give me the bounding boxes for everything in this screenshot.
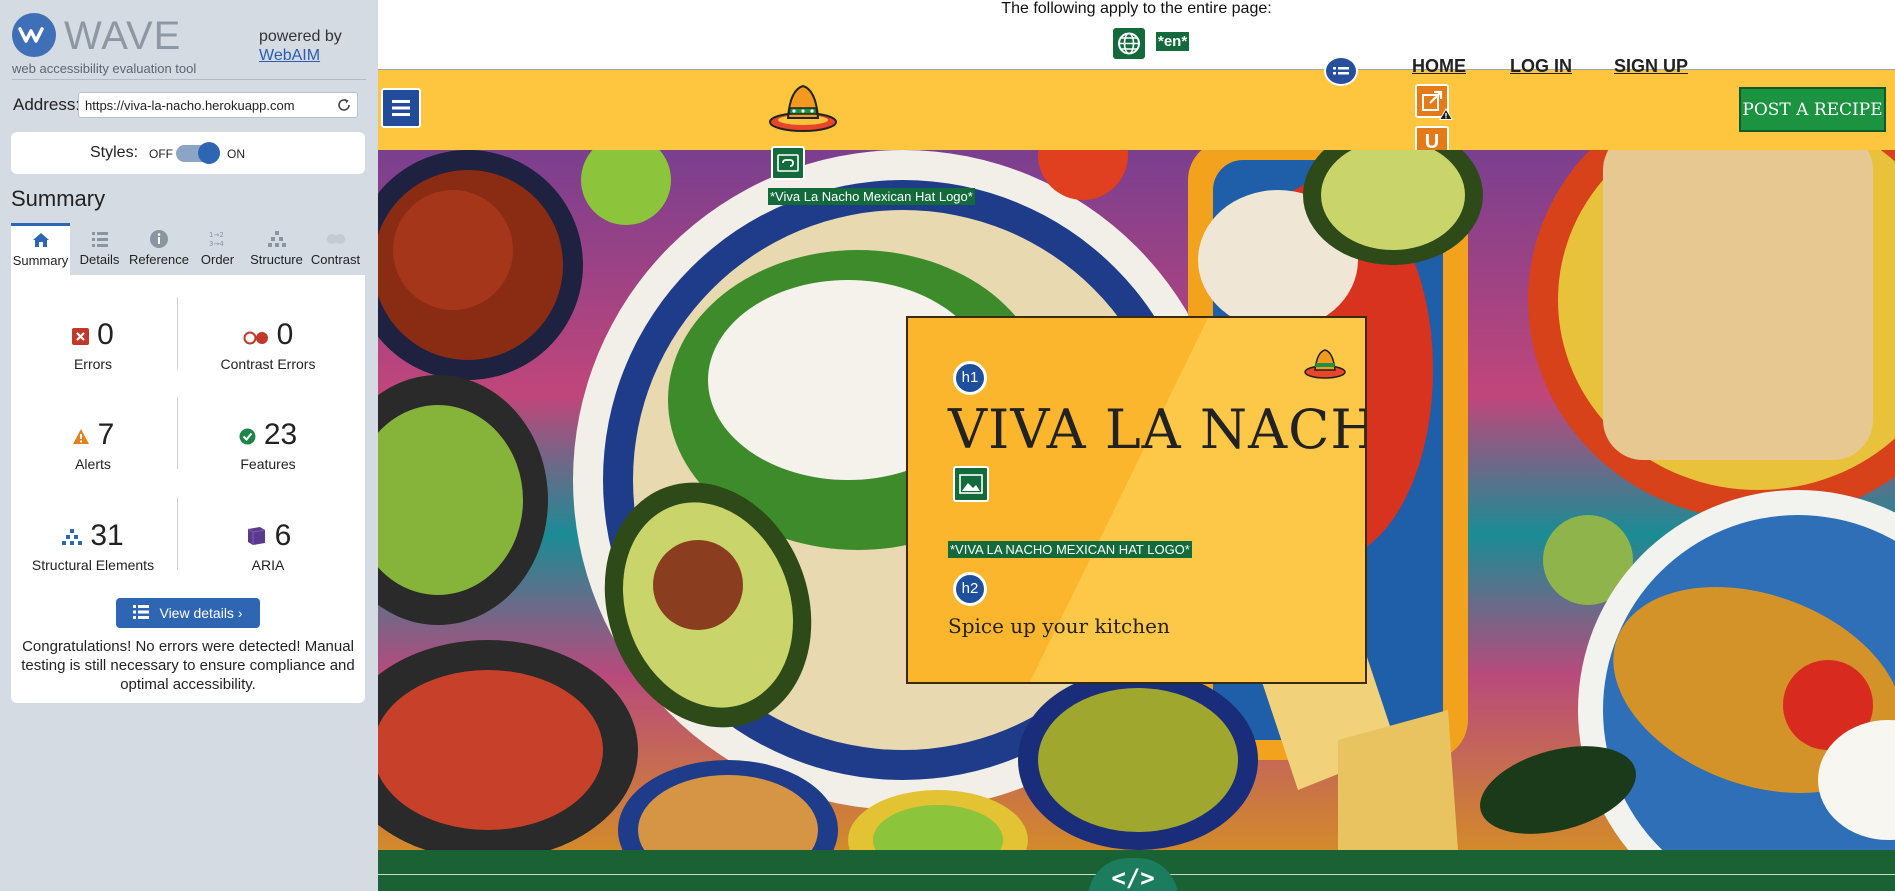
contrast-errors-count: 0 [276,318,294,351]
summary-heading: Summary [11,186,106,211]
tab-reference[interactable]: Reference [129,223,189,275]
sombrero-icon [1304,349,1346,379]
errors-stat[interactable]: 0 Errors [13,317,173,397]
feature-check-icon [239,418,256,454]
tab-label: Structure [250,252,303,267]
language-globe-icon[interactable] [1113,28,1145,59]
tab-label: Contrast [310,252,361,267]
card-subtitle: Spice up your kitchen [948,614,1170,638]
nav-link-login[interactable]: LOG IN [1510,56,1572,77]
congratulations-message: Congratulations! No errors were detected… [21,638,355,693]
contrast-error-icon [243,318,269,354]
tab-contrast[interactable]: Contrast [306,223,365,275]
structural-label: Structural Elements [31,557,155,574]
powered-by-text: powered by [259,28,342,45]
css-list-icon[interactable] [381,88,421,128]
styles-off-label: OFF [149,147,173,161]
evaluated-page: The following apply to the entire page: … [378,0,1895,891]
address-input[interactable] [78,92,358,118]
site-navbar: HOME LOG IN SIGN UP U POST A RECIPE [378,56,1895,162]
divider [177,297,178,369]
reload-icon[interactable] [336,97,352,113]
alt-text-label-logo: *Viva La Nacho Mexican Hat Logo* [768,188,975,205]
home-icon [32,233,49,247]
banner-text: The following apply to the entire page: [1001,0,1272,17]
wave-brand-name: WAVE [64,14,182,58]
tab-label: Summary [12,253,69,268]
webaim-link[interactable]: WebAIM [259,46,342,65]
structural-count: 31 [90,519,124,552]
view-details-button[interactable]: View details › [116,598,260,628]
tab-label: Order [200,252,235,267]
wave-sidebar: WAVE web accessibility evaluation tool p… [0,0,378,891]
contrast-errors-stat[interactable]: 0 Contrast Errors [188,317,348,397]
language-tag: *en* [1156,32,1190,51]
h2-heading-badge[interactable]: h2 [953,572,987,606]
styles-label: Styles: [90,144,139,161]
image-alt-icon[interactable] [953,466,989,502]
divider [177,498,178,570]
styles-toggle-panel: Styles: OFF ON [11,132,365,174]
summary-panel: 0 Errors 0 Contrast Errors 7 Alerts 23 F… [11,275,365,703]
errors-count: 0 [97,318,114,351]
hierarchy-icon [267,231,286,247]
nav-link-signup[interactable]: SIGN UP [1614,56,1688,77]
view-details-label: View details › [159,605,243,621]
divider [177,397,178,469]
tab-label: Details [79,252,120,267]
order-icon: 1→23→4 [209,231,224,248]
aria-label: ARIA [251,557,285,574]
warning-icon [1439,108,1453,120]
wave-branding: WAVE web accessibility evaluation tool p… [12,10,366,80]
tab-summary[interactable]: Summary [11,223,70,275]
alerts-count: 7 [97,418,115,451]
styles-toggle[interactable] [176,142,220,164]
h1-heading-badge[interactable]: h1 [953,361,987,395]
wave-tabs: Summary Details Reference 1→2 3→4 Order S… [11,223,365,275]
features-count: 23 [263,418,298,451]
tab-structure[interactable]: Structure [247,223,306,275]
list-icon [133,599,150,629]
new-window-alert-icon[interactable] [1415,84,1453,120]
tab-label: Reference [129,252,189,267]
svg-text:1→2: 1→2 [209,231,224,239]
aria-stat[interactable]: 6 ARIA [188,518,348,598]
aria-cube-icon [245,519,267,555]
features-label: Features [240,456,296,473]
aria-count: 6 [274,519,292,552]
wave-tagline: web accessibility evaluation tool [12,61,197,76]
structural-stat[interactable]: 31 Structural Elements [13,518,173,598]
nav-list-icon[interactable] [1324,56,1358,86]
card-title: VIVA LA NACHO [948,398,1365,461]
nav-link-home[interactable]: HOME [1412,56,1466,77]
address-bar: Address: [13,92,363,118]
linked-image-icon[interactable] [771,146,805,180]
list-icon [91,232,108,247]
post-recipe-button[interactable]: POST A RECIPE [1739,87,1886,132]
contrast-errors-label: Contrast Errors [220,356,316,373]
address-label: Address: [13,95,81,114]
sombrero-logo-icon[interactable] [768,82,838,134]
alt-text-label-card: *VIVA LA NACHO MEXICAN HAT LOGO* [948,541,1192,558]
styles-on-label: ON [227,147,245,161]
info-icon [149,230,168,248]
svg-text:3→4: 3→4 [209,240,224,248]
wave-logo-icon [12,13,56,57]
structure-icon [62,519,83,555]
alerts-label: Alerts [75,456,111,473]
alerts-stat[interactable]: 7 Alerts [13,417,173,497]
hero-card: h1 VIVA LA NACHO *VIVA LA NACHO MEXICAN … [906,316,1367,684]
alert-icon [72,418,90,454]
error-icon [72,318,90,354]
tab-details[interactable]: Details [70,223,129,275]
errors-label: Errors [73,356,113,373]
tab-order[interactable]: 1→2 3→4 Order [188,223,247,275]
toggle-knob [198,142,220,164]
powered-by: powered by WebAIM [259,27,342,65]
features-stat[interactable]: 23 Features [188,417,348,497]
contrast-icon [326,234,345,244]
